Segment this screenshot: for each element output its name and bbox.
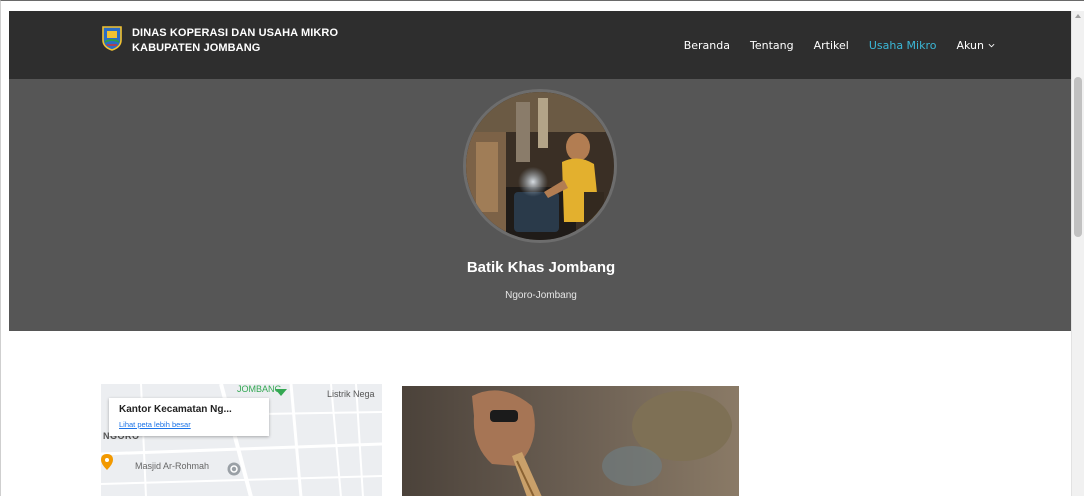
scroll-up-arrow-icon[interactable] [1075, 13, 1081, 19]
nav-link-tentang[interactable]: Tentang [750, 39, 794, 52]
profile-hero: Batik Khas Jombang Ngoro-Jombang [9, 79, 1073, 331]
top-navbar: DINAS KOPERASI DAN USAHA MIKRO KABUPATEN… [9, 11, 1073, 79]
chevron-down-icon [988, 43, 995, 47]
nav-link-beranda[interactable]: Beranda [684, 39, 730, 52]
brand-line-2: KABUPATEN JOMBANG [132, 42, 261, 54]
main-menu: Beranda Tentang Artikel Usaha Mikro Akun [684, 11, 995, 79]
mosque-pin-icon[interactable] [227, 462, 241, 476]
business-avatar [463, 89, 617, 243]
batik-product-photo[interactable] [402, 386, 739, 496]
map-place-name: Kantor Kecamatan Ng... [119, 404, 232, 415]
business-location: Ngoro-Jombang [505, 290, 577, 301]
brand-line-1: DINAS KOPERASI DAN USAHA MIKRO [132, 27, 339, 39]
batik-workshop-photo [466, 92, 614, 240]
map-label-masjid: Masjid Ar-Rohmah [135, 461, 210, 471]
nav-link-usaha-mikro[interactable]: Usaha Mikro [869, 39, 937, 52]
browser-viewport: DINAS KOPERASI DAN USAHA MIKRO KABUPATEN… [0, 0, 1084, 496]
canting-hand-image [402, 386, 739, 496]
page-scrollbar[interactable] [1071, 11, 1084, 496]
account-label: Akun [956, 38, 985, 52]
scrollbar-thumb[interactable] [1074, 77, 1082, 237]
map-view-larger-link[interactable]: Lihat peta lebih besar [119, 420, 191, 429]
restaurant-pin-icon[interactable] [101, 454, 113, 470]
site-brand[interactable]: DINAS KOPERASI DAN USAHA MIKRO KABUPATEN… [132, 26, 338, 56]
jombang-emblem-icon[interactable] [101, 25, 123, 51]
map-label-jombang: JOMBANG [237, 384, 282, 394]
location-map[interactable]: JOMBANG Listrik Nega NGORO Masjid Ar-Roh… [101, 384, 382, 496]
business-name: Batik Khas Jombang [466, 259, 616, 276]
map-place-card: Kantor Kecamatan Ng... Lihat peta lebih … [109, 398, 269, 436]
nav-link-artikel[interactable]: Artikel [814, 39, 849, 52]
nav-account-dropdown[interactable]: Akun [957, 39, 996, 52]
map-label-listrik: Listrik Nega [327, 389, 375, 399]
